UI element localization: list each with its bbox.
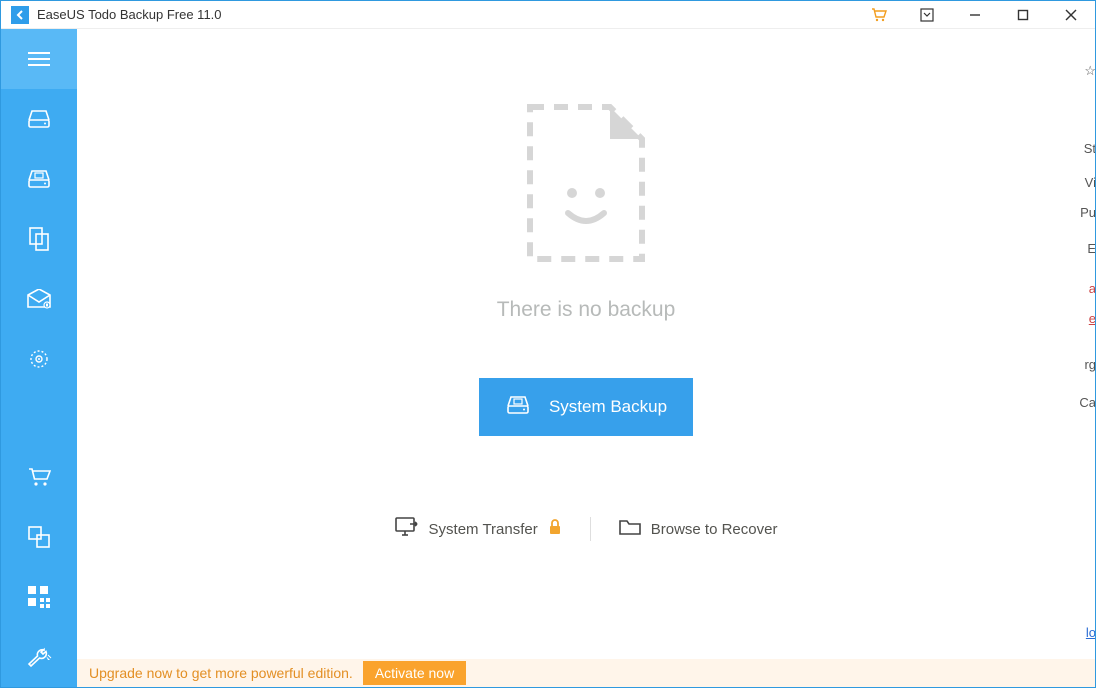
sidebar — [1, 29, 77, 687]
sidebar-system-backup[interactable] — [1, 149, 77, 209]
bg-fragment: ☆ — [1084, 63, 1096, 79]
bg-fragment: Vi — [1085, 175, 1096, 190]
sidebar-tools-wrench[interactable] — [1, 627, 77, 687]
body: There is no backup System Backup System … — [1, 29, 1095, 687]
minimize-button[interactable] — [951, 1, 999, 29]
app-logo-icon — [11, 6, 29, 24]
bg-fragment: Pu — [1080, 205, 1096, 220]
footer-links: System Transfer Browse to Recover — [367, 516, 806, 542]
system-backup-button[interactable]: System Backup — [479, 378, 693, 436]
browse-recover-label: Browse to Recover — [651, 521, 778, 538]
bg-fragment: lo — [1086, 625, 1096, 640]
drive-icon — [505, 394, 531, 421]
main: There is no backup System Backup System … — [77, 29, 1095, 687]
upgrade-bar: Upgrade now to get more powerful edition… — [77, 659, 1095, 687]
bg-fragment: a — [1089, 281, 1096, 296]
bg-fragment: St — [1084, 141, 1096, 156]
sidebar-buy[interactable] — [1, 447, 77, 507]
buy-icon[interactable] — [855, 1, 903, 29]
system-transfer-label: System Transfer — [429, 521, 538, 538]
close-button[interactable] — [1047, 1, 1095, 29]
sidebar-disk-backup[interactable] — [1, 89, 77, 149]
empty-file-icon — [524, 101, 648, 270]
lock-icon — [548, 519, 562, 539]
menu-button[interactable] — [1, 29, 77, 89]
browse-recover-link[interactable]: Browse to Recover — [591, 518, 806, 540]
sidebar-smart-backup[interactable] — [1, 329, 77, 389]
folder-icon — [619, 518, 641, 540]
sidebar-mail-backup[interactable] — [1, 269, 77, 329]
app-title: EaseUS Todo Backup Free 11.0 — [37, 7, 222, 22]
content: There is no backup System Backup System … — [77, 29, 1095, 659]
system-backup-label: System Backup — [549, 397, 667, 417]
bg-fragment: Ca — [1079, 395, 1096, 410]
activate-button[interactable]: Activate now — [363, 661, 466, 685]
titlebar: EaseUS Todo Backup Free 11.0 — [1, 1, 1095, 29]
transfer-icon — [395, 516, 419, 542]
no-backup-text: There is no backup — [497, 298, 676, 322]
sidebar-file-backup[interactable] — [1, 209, 77, 269]
upgrade-text: Upgrade now to get more powerful edition… — [89, 665, 353, 681]
sidebar-tools-grid[interactable] — [1, 567, 77, 627]
app-window: EaseUS Todo Backup Free 11.0 — [0, 0, 1096, 688]
system-transfer-link[interactable]: System Transfer — [367, 516, 590, 542]
bg-fragment: E — [1087, 241, 1096, 256]
bg-fragment: rg — [1084, 357, 1096, 372]
dropdown-icon[interactable] — [903, 1, 951, 29]
bg-fragment: e — [1089, 311, 1096, 326]
sidebar-clone[interactable] — [1, 507, 77, 567]
maximize-button[interactable] — [999, 1, 1047, 29]
